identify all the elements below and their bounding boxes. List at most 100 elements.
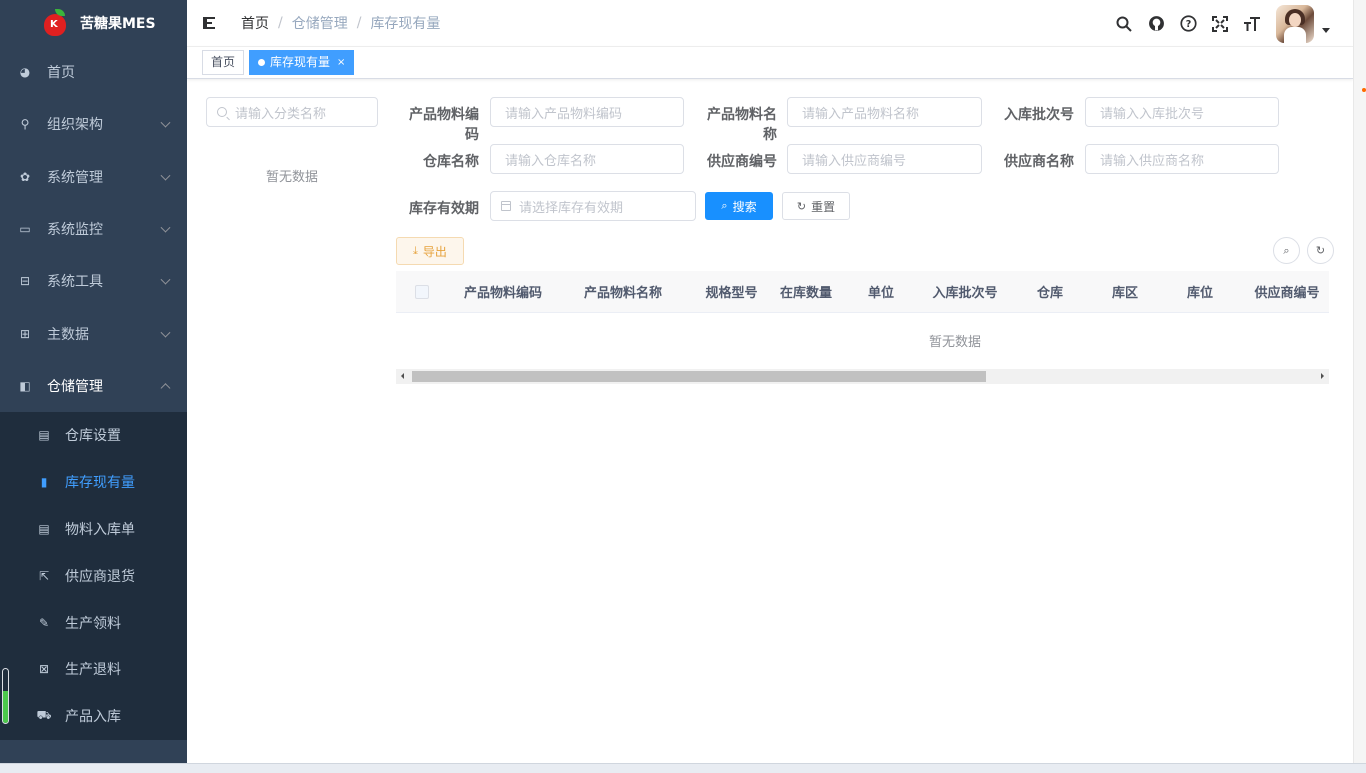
reset-button-label: 重置 <box>811 199 836 214</box>
search-button[interactable]: ⌕ 搜索 <box>705 192 773 220</box>
sidebar-item-master-data[interactable]: ⊞ 主数据 <box>0 307 187 359</box>
breadcrumb-home[interactable]: 首页 <box>241 13 269 33</box>
font-size-icon[interactable] <box>1242 14 1262 34</box>
sidebar-item-system-tools[interactable]: ⊟ 系统工具 <box>0 255 187 307</box>
download-icon: ⤓ <box>413 244 418 257</box>
breadcrumb: 首页 / 仓储管理 / 库存现有量 <box>241 13 440 33</box>
calendar-icon <box>501 201 511 211</box>
item-code-placeholder: 请输入产品物料编码 <box>505 106 623 122</box>
sidebar-item-system-monitor[interactable]: ▭ 系统监控 <box>0 203 187 255</box>
item-name-input[interactable]: 请输入产品物料名称 <box>787 97 982 127</box>
column-header: 单位 <box>867 286 894 301</box>
vendor-name-placeholder: 请输入供应商名称 <box>1100 153 1205 169</box>
gear-icon: ✿ <box>19 169 31 184</box>
page-scrollbar[interactable] <box>1353 0 1366 773</box>
help-icon[interactable]: ? <box>1178 14 1198 34</box>
svg-text:?: ? <box>1185 19 1191 30</box>
sidebar-item-label: 系统监控 <box>47 222 103 239</box>
tag-home[interactable]: 首页 <box>202 50 245 75</box>
tree-empty-text: 暂无数据 <box>265 170 318 185</box>
tag-label: 首页 <box>211 55 236 69</box>
vendor-name-input[interactable]: 请输入供应商名称 <box>1085 144 1279 174</box>
sidebar-item-label: 产品入库 <box>65 709 121 726</box>
return-icon: ⊠ <box>38 662 50 677</box>
column-header: 入库批次号 <box>932 286 998 301</box>
expire-date-picker[interactable]: 请选择库存有效期 <box>490 191 696 221</box>
toolbox-icon: ⊟ <box>19 274 31 289</box>
main-content: 请输入分类名称 暂无数据 产品物料编码 请输入产品物料编码 产品物料名称 请输入… <box>187 80 1353 773</box>
scrollbar-thumb[interactable] <box>412 371 986 382</box>
export-button[interactable]: ⤓ 导出 <box>396 237 464 265</box>
caret-down-icon[interactable] <box>1322 28 1330 33</box>
sidebar-item-product-receipt[interactable]: ⛟ 产品入库 <box>0 693 187 740</box>
sidebar-item-home[interactable]: ◕ 首页 <box>0 46 187 98</box>
breadcrumb-current: 库存现有量 <box>370 16 441 32</box>
select-all-checkbox[interactable] <box>396 284 448 299</box>
sidebar-scroll-indicator[interactable] <box>2 668 9 724</box>
sidebar-item-material-receipt[interactable]: ▤ 物料入库单 <box>0 506 187 553</box>
search-icon[interactable] <box>1114 14 1134 34</box>
vendor-code-placeholder: 请输入供应商编号 <box>802 153 907 169</box>
reset-button[interactable]: ↻ 重置 <box>782 192 850 220</box>
chevron-up-icon <box>160 383 171 393</box>
tag-stock-onhand[interactable]: 库存现有量 × <box>249 50 355 75</box>
warehouse-name-label: 仓库名称 <box>423 154 479 170</box>
vendor-code-input[interactable]: 请输入供应商编号 <box>787 144 982 174</box>
sidebar-item-label: 物料入库单 <box>65 522 135 539</box>
tree-icon: ⚲ <box>20 117 30 132</box>
batch-code-placeholder: 请输入入库批次号 <box>1100 106 1205 122</box>
table-empty-text: 暂无数据 <box>396 313 1329 368</box>
scroll-right-icon[interactable] <box>1321 373 1324 379</box>
item-name-label: 产品物料名称 <box>707 107 777 143</box>
breadcrumb-separator: / <box>278 15 283 31</box>
sidebar-item-label: 供应商退货 <box>65 568 135 585</box>
avatar[interactable] <box>1276 4 1314 43</box>
fullscreen-icon[interactable] <box>1210 14 1230 34</box>
sidebar-item-organization[interactable]: ⚲ 组织架构 <box>0 98 187 150</box>
table-horizontal-scrollbar[interactable] <box>396 369 1329 384</box>
warehouse-name-placeholder: 请输入仓库名称 <box>505 153 597 169</box>
monitor-icon: ▭ <box>19 222 31 237</box>
github-icon[interactable] <box>1146 14 1166 34</box>
chevron-down-icon <box>160 118 171 128</box>
app-root: K 苦糖果MES ◕ 首页 ⚲ 组织架构 ✿ 系统管理 ▭ 系统监控 ⊟ 系统工… <box>0 0 1366 773</box>
close-icon[interactable]: × <box>337 51 345 74</box>
sidebar-item-label: 库存现有量 <box>65 475 135 492</box>
column-header: 供应商编号 <box>1254 286 1320 301</box>
column-header: 仓库 <box>1036 286 1063 301</box>
item-code-label: 产品物料编码 <box>409 107 479 143</box>
navbar: 首页 / 仓储管理 / 库存现有量 ? <box>187 0 1353 47</box>
tags-view: 首页 库存现有量 × <box>187 47 1353 79</box>
taskbar <box>0 763 1366 773</box>
external-link-icon: ⇱ <box>38 568 50 583</box>
category-search-input[interactable]: 请输入分类名称 <box>206 97 378 127</box>
sidebar-item-warehouse[interactable]: ◧ 仓储管理 <box>0 360 187 412</box>
bar-chart-icon: ▮ <box>40 475 48 490</box>
sidebar-item-stock-onhand[interactable]: ▮ 库存现有量 <box>0 459 187 506</box>
document-icon: ▤ <box>38 522 50 537</box>
logo-icon: K <box>44 9 68 37</box>
sidebar-item-vendor-return[interactable]: ⇱ 供应商退货 <box>0 552 187 599</box>
item-code-input[interactable]: 请输入产品物料编码 <box>490 97 684 127</box>
warehouse-icon: ◧ <box>19 378 31 393</box>
search-icon: ⌕ <box>721 199 728 212</box>
sidebar-item-label: 生产领料 <box>65 615 121 632</box>
vendor-name-label: 供应商名称 <box>1004 154 1074 170</box>
cart-icon: ⛟ <box>36 708 52 723</box>
scroll-left-icon[interactable] <box>401 373 404 379</box>
column-header: 产品物料编码 <box>463 286 542 301</box>
app-title: 苦糖果MES <box>80 16 156 32</box>
sidebar-item-system-management[interactable]: ✿ 系统管理 <box>0 151 187 203</box>
logo[interactable]: K 苦糖果MES <box>0 0 187 46</box>
warehouse-name-input[interactable]: 请输入仓库名称 <box>490 144 684 174</box>
refresh-icon: ↻ <box>1315 244 1326 257</box>
batch-code-input[interactable]: 请输入入库批次号 <box>1085 97 1279 127</box>
batch-code-label: 入库批次号 <box>1004 107 1074 123</box>
refresh-table-button[interactable]: ↻ <box>1307 237 1334 264</box>
sidebar-item-production-return[interactable]: ⊠ 生产退料 <box>0 646 187 693</box>
sidebar-item-production-issue[interactable]: ✎ 生产领料 <box>0 599 187 646</box>
toggle-search-button[interactable]: ⌕ <box>1273 237 1300 264</box>
sidebar-item-warehouse-settings[interactable]: ▤ 仓库设置 <box>0 412 187 459</box>
hamburger-icon[interactable] <box>203 16 219 30</box>
active-dot-icon <box>258 59 266 66</box>
